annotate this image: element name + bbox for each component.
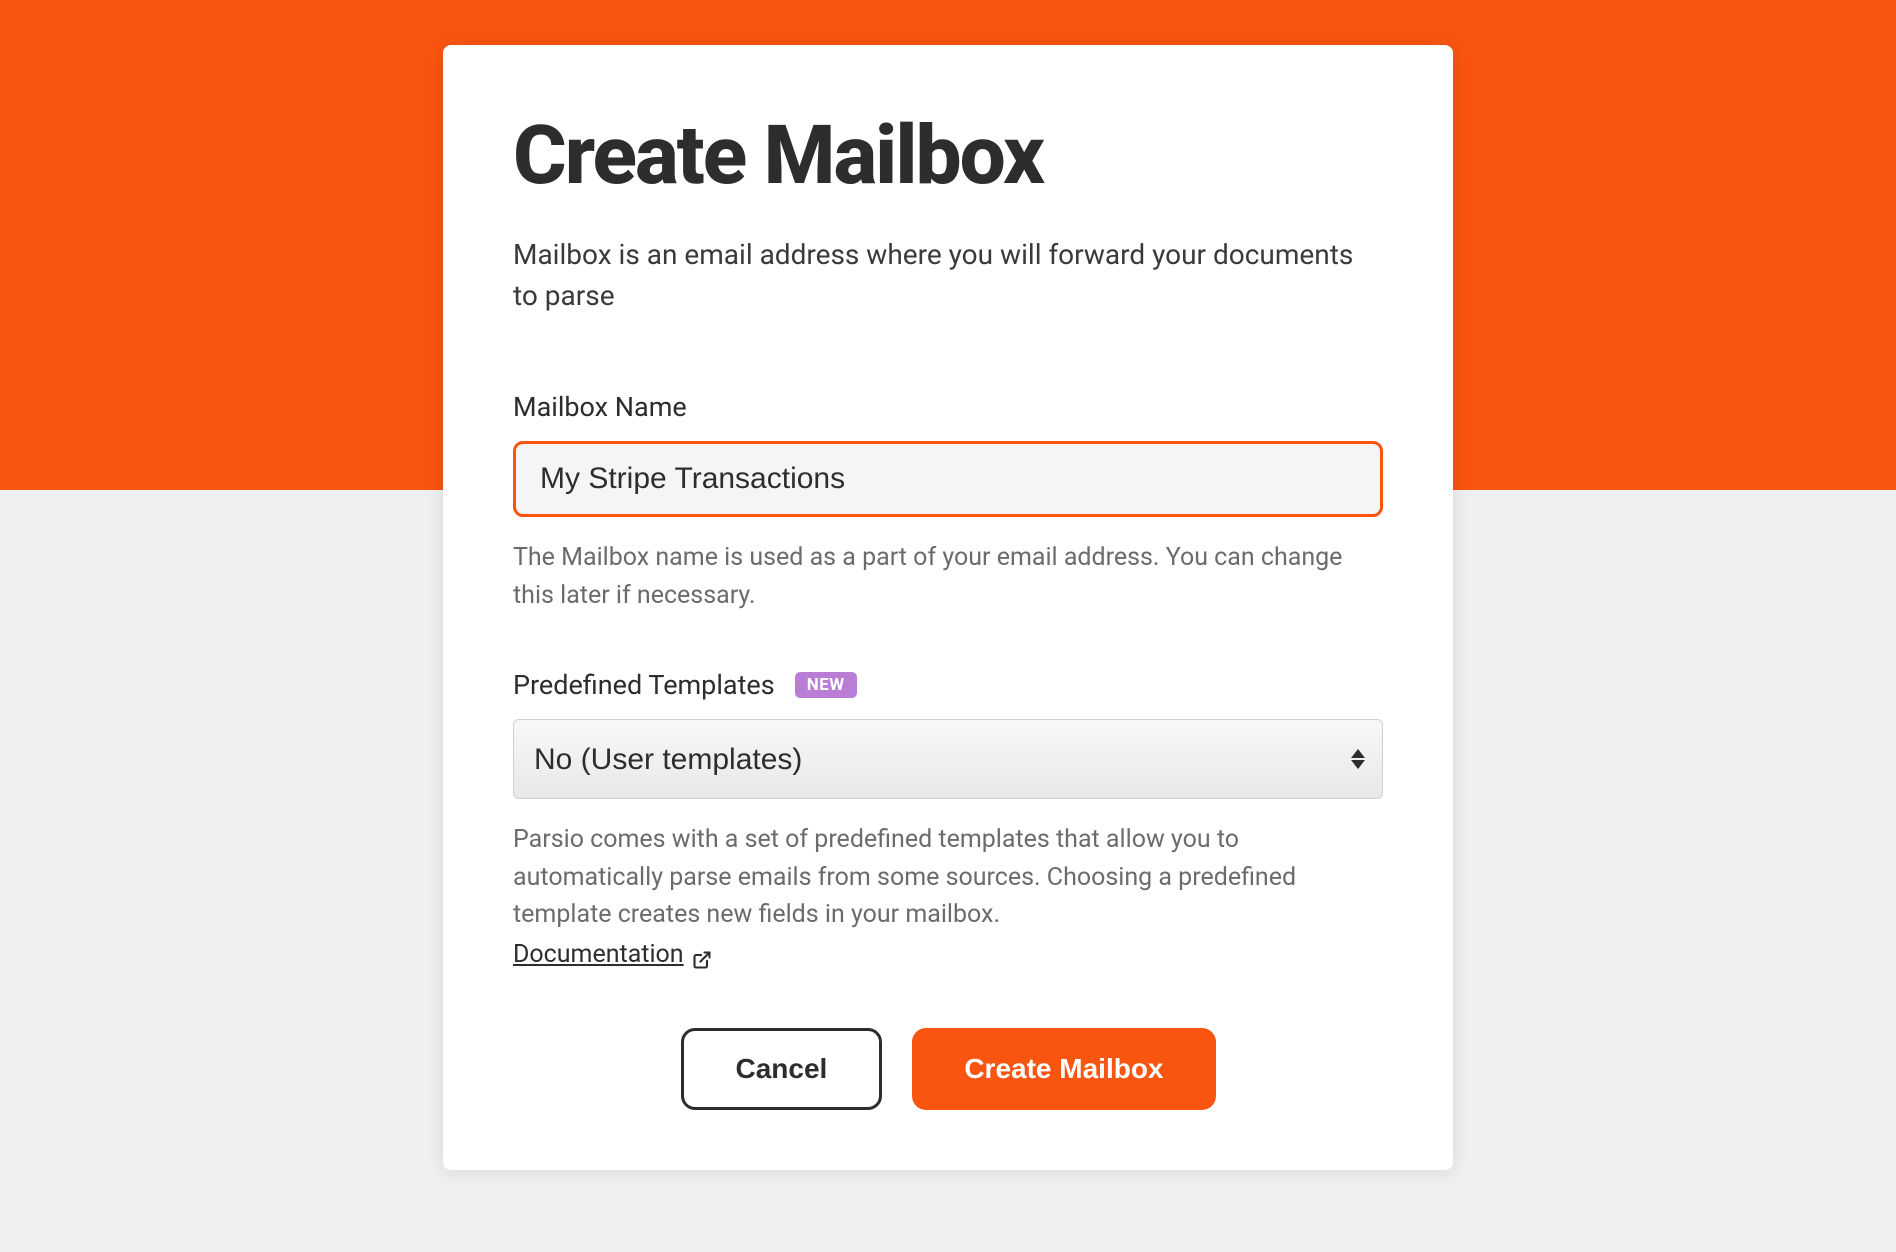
create-mailbox-button[interactable]: Create Mailbox xyxy=(912,1028,1215,1110)
templates-label-text: Predefined Templates xyxy=(513,669,775,701)
external-link-icon xyxy=(692,944,712,964)
documentation-link-text: Documentation xyxy=(513,936,684,974)
cancel-button[interactable]: Cancel xyxy=(681,1028,883,1110)
templates-label-row: Predefined Templates NEW xyxy=(513,669,1383,701)
documentation-link[interactable]: Documentation xyxy=(513,936,712,974)
mailbox-name-input[interactable] xyxy=(513,441,1383,517)
mailbox-name-help: The Mailbox name is used as a part of yo… xyxy=(513,539,1383,614)
mailbox-name-label: Mailbox Name xyxy=(513,391,1383,423)
new-badge: NEW xyxy=(795,672,857,698)
create-mailbox-modal: Create Mailbox Mailbox is an email addre… xyxy=(443,45,1453,1170)
modal-title: Create Mailbox xyxy=(513,115,1383,197)
templates-help-text: Parsio comes with a set of predefined te… xyxy=(513,825,1296,929)
mailbox-name-label-text: Mailbox Name xyxy=(513,391,687,423)
templates-select-wrapper: No (User templates) xyxy=(513,719,1383,799)
templates-select[interactable]: No (User templates) xyxy=(513,719,1383,799)
button-row: Cancel Create Mailbox xyxy=(513,1028,1383,1110)
templates-help: Parsio comes with a set of predefined te… xyxy=(513,821,1383,973)
modal-subtitle: Mailbox is an email address where you wi… xyxy=(513,235,1383,316)
